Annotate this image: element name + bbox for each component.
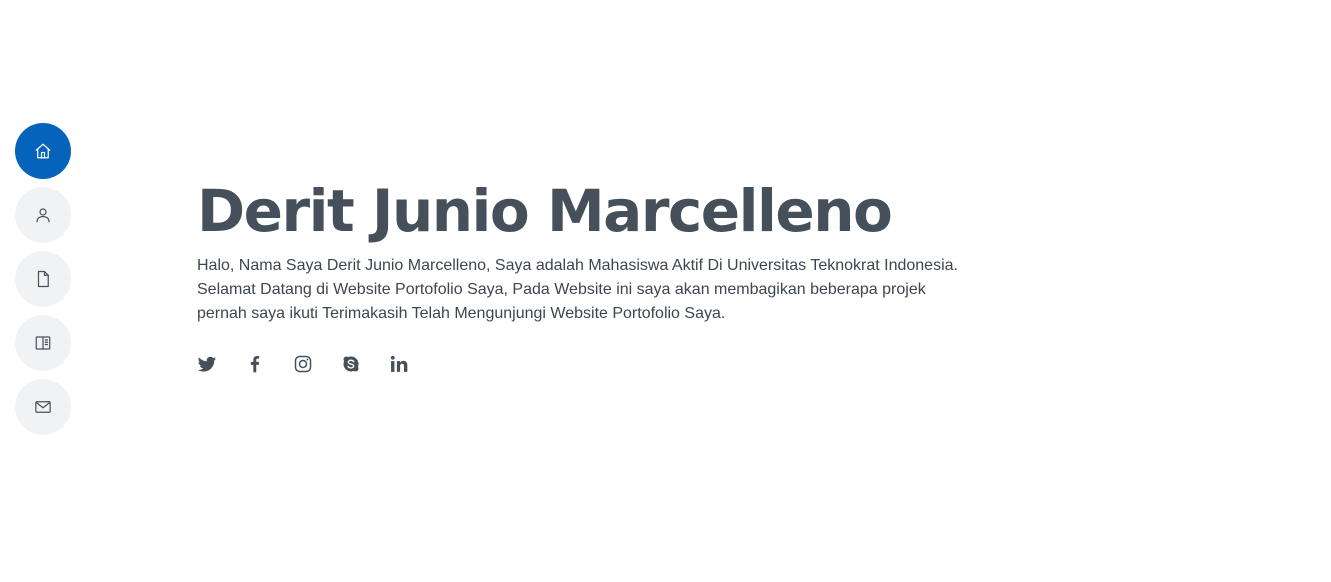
- hero-section: Derit Junio Marcelleno Halo, Nama Saya D…: [197, 172, 997, 374]
- skype-icon: [343, 356, 359, 372]
- linkedin-link[interactable]: [389, 354, 409, 374]
- facebook-icon: [250, 356, 260, 373]
- skype-link[interactable]: [341, 354, 361, 374]
- nav-item-home[interactable]: [15, 123, 71, 179]
- hero-description-line: pernah saya ikuti Terimakasih Telah Meng…: [197, 305, 726, 322]
- social-links: [197, 354, 997, 374]
- nav-item-about[interactable]: [15, 187, 71, 243]
- hero-description: Halo, Nama Saya Derit Junio Marcelleno, …: [197, 254, 997, 326]
- envelope-icon: [35, 401, 51, 413]
- person-icon: [36, 208, 50, 223]
- linkedin-icon: [390, 355, 408, 372]
- file-icon: [37, 270, 49, 288]
- hero-description-line: Selamat Datang di Website Portofolio Say…: [197, 281, 926, 298]
- hero-description-line: Halo, Nama Saya Derit Junio Marcelleno, …: [197, 257, 958, 274]
- home-icon: [35, 143, 51, 159]
- nav-item-portfolio[interactable]: [15, 315, 71, 371]
- facebook-link[interactable]: [245, 354, 265, 374]
- instagram-link[interactable]: [293, 354, 313, 374]
- twitter-icon: [197, 356, 217, 372]
- hero-title: Derit Junio Marcelleno: [197, 177, 893, 245]
- twitter-link[interactable]: [197, 354, 217, 374]
- book-icon: [35, 336, 51, 350]
- page: Derit Junio Marcelleno Halo, Nama Saya D…: [0, 0, 1331, 582]
- sidebar-nav: [15, 123, 71, 435]
- nav-item-contact[interactable]: [15, 379, 71, 435]
- instagram-icon: [294, 355, 312, 373]
- nav-item-resume[interactable]: [15, 251, 71, 307]
